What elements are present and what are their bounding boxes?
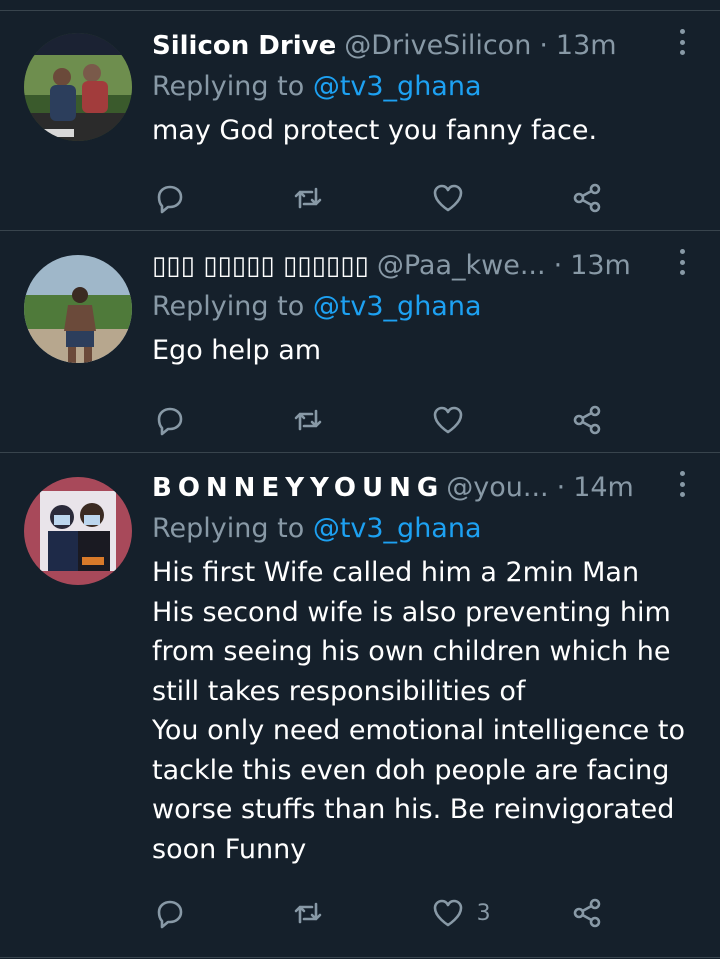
reply-icon [157,407,183,436]
replying-prefix: Replying to [152,513,313,544]
more-icon[interactable] [672,469,692,499]
reply-icon [157,185,183,214]
replying-to: Replying to @tv3_ghana [152,69,696,105]
mention-link[interactable]: @tv3_ghana [313,291,482,322]
retweet-button[interactable] [291,403,351,437]
tweet-3[interactable]: BONNEYYOUNG @you... · 14m Replying to @t… [0,453,720,958]
reply-button[interactable] [152,403,212,437]
replying-prefix: Replying to [152,71,313,102]
avatar[interactable] [24,255,132,363]
reply-button[interactable] [152,181,212,215]
like-icon [433,184,462,212]
top-divider [0,0,720,11]
display-name[interactable]: BONNEYYOUNG [152,469,444,507]
more-icon[interactable] [672,27,692,57]
separator-dot: · [539,30,548,61]
mention-link[interactable]: @tv3_ghana [313,71,482,102]
retweet-icon [295,409,322,431]
like-button[interactable] [431,181,491,215]
retweet-button[interactable] [291,181,351,215]
avatar[interactable] [24,477,132,585]
tweet-2[interactable]: ▯▯▯ ▯▯▯▯▯ ▯▯▯▯▯▯ @Paa_kwe... · 13m Reply… [0,231,720,453]
retweet-icon [295,902,322,924]
replying-prefix: Replying to [152,291,313,322]
like-icon [433,406,462,434]
reply-button[interactable] [152,896,212,930]
reply-icon [157,900,183,929]
display-name[interactable]: ▯▯▯ ▯▯▯▯▯ ▯▯▯▯▯▯ [152,247,369,285]
share-button[interactable] [570,403,630,437]
share-button[interactable] [570,181,630,215]
avatar[interactable] [24,33,132,141]
retweet-icon [295,187,322,209]
like-button[interactable] [431,403,491,437]
handle[interactable]: @DriveSilicon [344,27,531,65]
share-icon [573,405,601,435]
like-icon [433,899,462,927]
display-name[interactable]: Silicon Drive [152,27,336,65]
timestamp[interactable]: 13m [570,247,631,285]
more-icon[interactable] [672,247,692,277]
handle[interactable]: @Paa_kwe... [377,247,546,285]
timestamp[interactable]: 14m [573,469,634,507]
retweet-button[interactable] [291,896,351,930]
separator-dot: · [556,472,566,503]
share-button[interactable] [570,896,630,930]
share-icon [573,898,601,928]
tweet-text: may God protect you fanny face. [152,115,598,146]
share-icon [573,183,601,213]
mention-link[interactable]: @tv3_ghana [313,513,482,544]
like-button[interactable]: 3 [431,896,491,930]
tweet-text: His first Wife called him a 2min Man His… [152,557,685,865]
like-count: 3 [476,900,491,926]
replying-to: Replying to @tv3_ghana [152,289,696,325]
tweet-text: Ego help am [152,335,322,366]
separator-dot: · [553,250,563,281]
timestamp[interactable]: 13m [556,27,617,65]
handle[interactable]: @you... [446,469,548,507]
replying-to: Replying to @tv3_ghana [152,511,696,547]
tweet-1[interactable]: Silicon Drive @DriveSilicon · 13m Replyi… [0,11,720,231]
